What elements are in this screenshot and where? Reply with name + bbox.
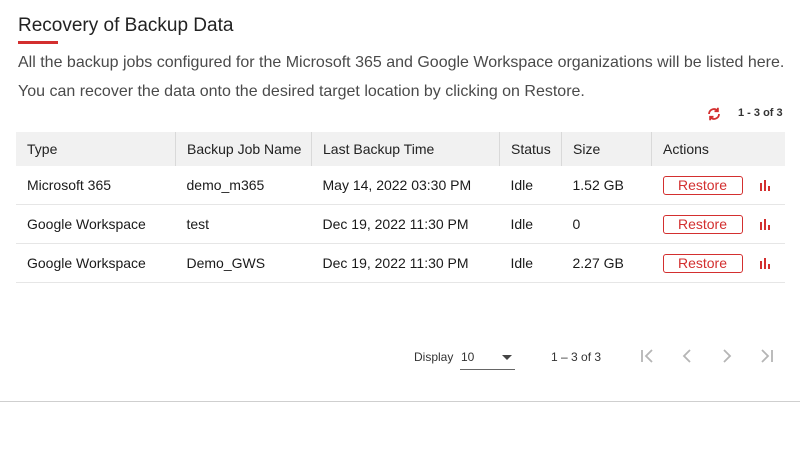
cell-actions: Restore <box>651 204 785 244</box>
cell-backup-job-name: test <box>175 204 312 244</box>
restore-button[interactable]: Restore <box>662 253 743 273</box>
display-label: Display <box>414 350 454 364</box>
pagination-bar: Display 10 1 – 3 of 3 <box>0 340 800 374</box>
cell-status: Idle <box>499 204 562 244</box>
cell-last-backup-time: May 14, 2022 03:30 PM <box>311 166 500 205</box>
cell-last-backup-time: Dec 19, 2022 11:30 PM <box>311 243 500 283</box>
cell-type: Google Workspace <box>16 243 176 283</box>
cell-status: Idle <box>499 243 562 283</box>
previous-page-icon[interactable] <box>677 347 697 365</box>
page-description: All the backup jobs configured for the M… <box>18 54 785 100</box>
page-size-value: 10 <box>461 350 475 364</box>
record-count: 1 - 3 of 3 <box>738 107 783 119</box>
divider <box>0 401 800 402</box>
column-header-last-backup-time[interactable]: Last Backup Time <box>311 132 500 166</box>
restore-button[interactable]: Restore <box>662 175 743 195</box>
bar-chart-icon[interactable] <box>760 257 771 269</box>
page-range: 1 – 3 of 3 <box>551 350 602 364</box>
title-underline <box>18 41 58 44</box>
column-header-actions: Actions <box>651 132 785 166</box>
table-row: Google Workspace test Dec 19, 2022 11:30… <box>16 204 785 244</box>
restore-button[interactable]: Restore <box>662 214 743 234</box>
page-title: Recovery of Backup Data <box>18 15 234 36</box>
cell-backup-job-name: Demo_GWS <box>175 243 312 283</box>
backup-jobs-table: Type Backup Job Name Last Backup Time St… <box>16 132 785 283</box>
bar-chart-icon[interactable] <box>760 218 771 230</box>
page-size-select[interactable]: 10 <box>460 346 515 370</box>
cell-actions: Restore <box>651 243 785 283</box>
cell-actions: Restore <box>651 166 785 205</box>
cell-size: 1.52 GB <box>561 166 652 205</box>
column-header-type[interactable]: Type <box>16 132 176 166</box>
next-page-icon[interactable] <box>717 347 737 365</box>
cell-type: Google Workspace <box>16 204 176 244</box>
cell-size: 2.27 GB <box>561 243 652 283</box>
cell-backup-job-name: demo_m365 <box>175 166 312 205</box>
column-header-status[interactable]: Status <box>499 132 562 166</box>
table-row: Microsoft 365 demo_m365 May 14, 2022 03:… <box>16 166 785 205</box>
refresh-icon[interactable] <box>706 106 722 122</box>
bar-chart-icon[interactable] <box>760 179 771 191</box>
last-page-icon[interactable] <box>756 347 776 365</box>
first-page-icon[interactable] <box>638 347 658 365</box>
chevron-down-icon <box>502 355 512 360</box>
table-row: Google Workspace Demo_GWS Dec 19, 2022 1… <box>16 243 785 283</box>
select-underline <box>460 369 515 370</box>
cell-last-backup-time: Dec 19, 2022 11:30 PM <box>311 204 500 244</box>
cell-size: 0 <box>561 204 652 244</box>
column-header-size[interactable]: Size <box>561 132 652 166</box>
cell-status: Idle <box>499 166 562 205</box>
table-header-row: Type Backup Job Name Last Backup Time St… <box>16 132 785 166</box>
column-header-backup-job-name[interactable]: Backup Job Name <box>175 132 312 166</box>
cell-type: Microsoft 365 <box>16 166 176 205</box>
